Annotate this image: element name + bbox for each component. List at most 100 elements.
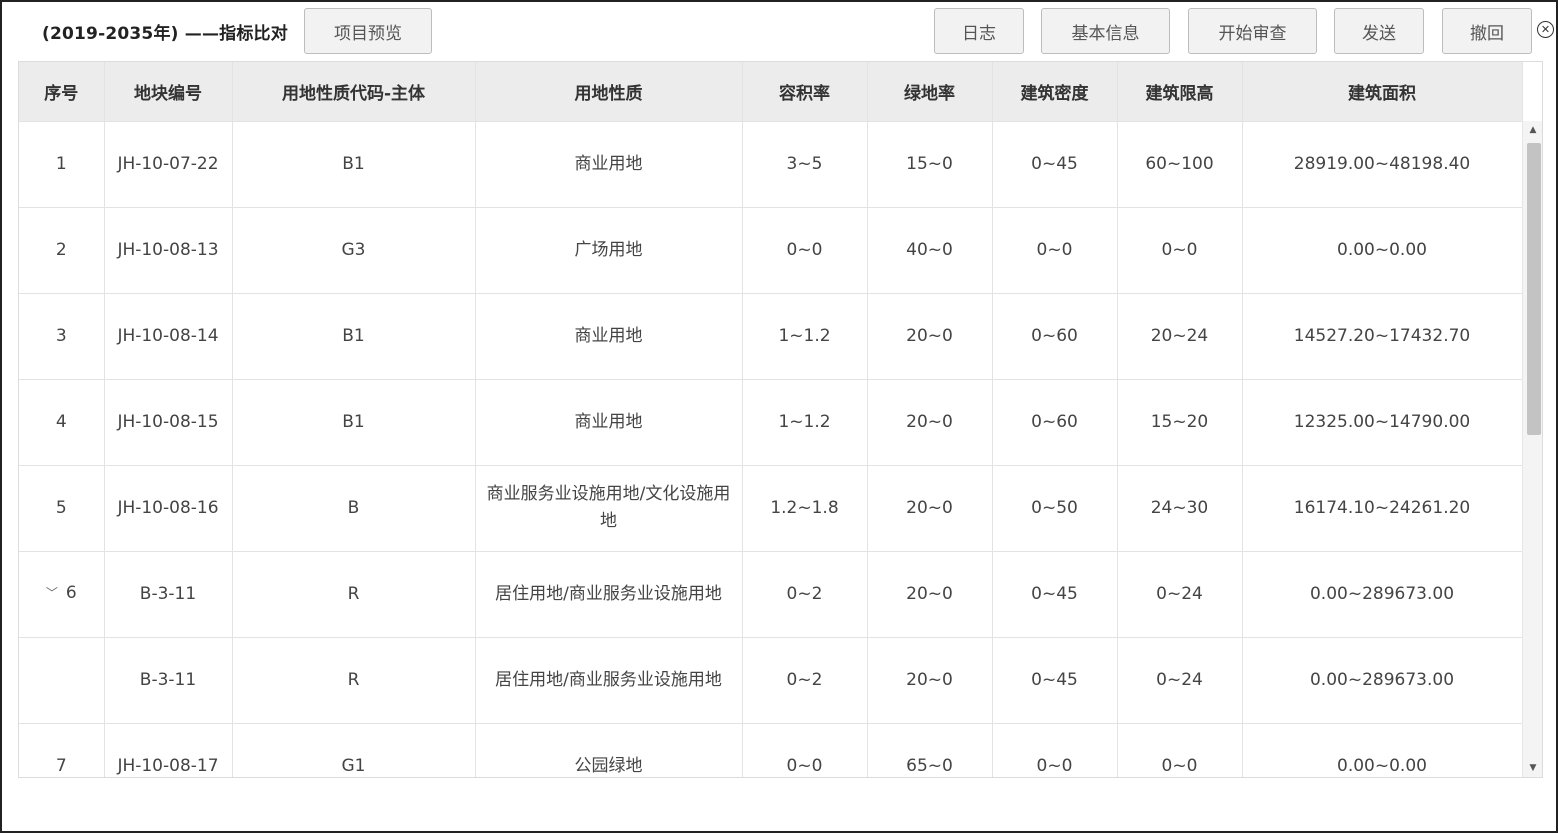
cell-seq-value: 6	[65, 583, 77, 603]
column-header-green[interactable]: 绿地率	[867, 62, 993, 122]
cell-code: B1	[232, 379, 476, 466]
cell-green: 20~0	[867, 637, 993, 724]
revoke-button[interactable]: 撤回	[1442, 8, 1532, 54]
table-row[interactable]: 2 JH-10-08-13 G3 广场用地 0~0 40~0 0~0 0~0 0…	[19, 207, 1523, 294]
cell-area: 0.00~0.00	[1242, 207, 1523, 294]
project-preview-button[interactable]: 项目预览	[304, 8, 432, 54]
cell-green: 20~0	[867, 465, 993, 552]
column-header-area[interactable]: 建筑面积	[1242, 62, 1523, 122]
cell-code: B1	[232, 121, 476, 208]
table-row[interactable]: 4 JH-10-08-15 B1 商业用地 1~1.2 20~0 0~60 15…	[19, 379, 1523, 466]
cell-green: 20~0	[867, 379, 993, 466]
cell-nature: 商业用地	[475, 293, 743, 380]
cell-height: 0~24	[1117, 551, 1243, 638]
cell-seq	[19, 637, 105, 724]
table-row[interactable]: 7 JH-10-08-17 G1 公园绿地 0~0 65~0 0~0 0~0 0…	[19, 723, 1523, 777]
table-row[interactable]: 3 JH-10-08-14 B1 商业用地 1~1.2 20~0 0~60 20…	[19, 293, 1523, 380]
cell-far: 0~2	[742, 551, 868, 638]
scroll-thumb[interactable]	[1527, 143, 1541, 435]
cell-seq: 2	[19, 207, 105, 294]
column-header-seq[interactable]: 序号	[19, 62, 105, 122]
indicator-table: 序号 地块编号 用地性质代码-主体 用地性质 容积率 绿地率 建筑密度 建筑限高…	[19, 62, 1523, 777]
cell-code: R	[232, 551, 476, 638]
cell-far: 0~0	[742, 723, 868, 777]
scroll-up-icon[interactable]: ▲	[1523, 121, 1542, 139]
table-header-row: 序号 地块编号 用地性质代码-主体 用地性质 容积率 绿地率 建筑密度 建筑限高…	[19, 62, 1523, 122]
table-row-expandable[interactable]: ﹀ 6 B-3-11 R 居住用地/商业服务业设施用地 0~2 20~0 0~45…	[19, 551, 1523, 638]
cell-nature: 商业用地	[475, 379, 743, 466]
cell-green: 20~0	[867, 293, 993, 380]
cell-area: 14527.20~17432.70	[1242, 293, 1523, 380]
cell-plot: B-3-11	[104, 551, 233, 638]
cell-area: 16174.10~24261.20	[1242, 465, 1523, 552]
cell-density: 0~0	[992, 207, 1118, 294]
cell-green: 15~0	[867, 121, 993, 208]
vertical-scrollbar[interactable]: ▲ ▼	[1522, 121, 1542, 777]
cell-height: 0~24	[1117, 637, 1243, 724]
column-header-density[interactable]: 建筑密度	[992, 62, 1118, 122]
cell-area: 0.00~0.00	[1242, 723, 1523, 777]
cell-height: 0~0	[1117, 207, 1243, 294]
log-button[interactable]: 日志	[934, 8, 1024, 54]
dialog-title: (2019-2035年) ——指标比对	[42, 24, 288, 44]
scroll-down-icon[interactable]: ▼	[1523, 759, 1542, 777]
start-review-button[interactable]: 开始审查	[1188, 8, 1317, 54]
cell-height: 15~20	[1117, 379, 1243, 466]
cell-far: 1.2~1.8	[742, 465, 868, 552]
cell-plot: JH-10-08-14	[104, 293, 233, 380]
indicator-table-container: 序号 地块编号 用地性质代码-主体 用地性质 容积率 绿地率 建筑密度 建筑限高…	[18, 61, 1543, 778]
cell-plot: JH-10-08-16	[104, 465, 233, 552]
table-subrow[interactable]: B-3-11 R 居住用地/商业服务业设施用地 0~2 20~0 0~45 0~…	[19, 637, 1523, 724]
cell-code: R	[232, 637, 476, 724]
cell-area: 12325.00~14790.00	[1242, 379, 1523, 466]
column-header-height[interactable]: 建筑限高	[1117, 62, 1243, 122]
cell-code: B1	[232, 293, 476, 380]
cell-far: 3~5	[742, 121, 868, 208]
cell-area: 0.00~289673.00	[1242, 637, 1523, 724]
cell-green: 40~0	[867, 207, 993, 294]
cell-height: 24~30	[1117, 465, 1243, 552]
cell-plot: JH-10-08-17	[104, 723, 233, 777]
basic-info-button[interactable]: 基本信息	[1041, 8, 1170, 54]
cell-far: 0~2	[742, 637, 868, 724]
cell-density: 0~45	[992, 551, 1118, 638]
cell-code: G3	[232, 207, 476, 294]
cell-nature: 广场用地	[475, 207, 743, 294]
cell-seq: 1	[19, 121, 105, 208]
cell-far: 0~0	[742, 207, 868, 294]
cell-area: 0.00~289673.00	[1242, 551, 1523, 638]
cell-far: 1~1.2	[742, 379, 868, 466]
cell-height: 0~0	[1117, 723, 1243, 777]
cell-seq: 7	[19, 723, 105, 777]
cell-density: 0~60	[992, 293, 1118, 380]
cell-density: 0~60	[992, 379, 1118, 466]
column-header-code[interactable]: 用地性质代码-主体	[232, 62, 476, 122]
cell-code: G1	[232, 723, 476, 777]
cell-density: 0~50	[992, 465, 1118, 552]
cell-nature: 商业服务业设施用地/文化设施用地	[475, 465, 743, 552]
column-header-plot[interactable]: 地块编号	[104, 62, 233, 122]
table-row[interactable]: 1 JH-10-07-22 B1 商业用地 3~5 15~0 0~45 60~1…	[19, 121, 1523, 208]
close-icon[interactable]: ✕	[1537, 21, 1554, 38]
cell-density: 0~45	[992, 121, 1118, 208]
cell-far: 1~1.2	[742, 293, 868, 380]
cell-green: 20~0	[867, 551, 993, 638]
cell-plot: JH-10-08-13	[104, 207, 233, 294]
cell-seq: ﹀ 6	[19, 551, 105, 638]
send-button[interactable]: 发送	[1334, 8, 1424, 54]
cell-density: 0~45	[992, 637, 1118, 724]
chevron-down-icon[interactable]: ﹀	[46, 580, 58, 607]
cell-plot: B-3-11	[104, 637, 233, 724]
column-header-nature[interactable]: 用地性质	[475, 62, 743, 122]
cell-nature: 居住用地/商业服务业设施用地	[475, 637, 743, 724]
cell-nature: 居住用地/商业服务业设施用地	[475, 551, 743, 638]
column-header-far[interactable]: 容积率	[742, 62, 868, 122]
cell-seq: 5	[19, 465, 105, 552]
dialog-header: (2019-2035年) ——指标比对 项目预览 日志 基本信息 开始审查 发送…	[2, 2, 1556, 60]
dialog-window: (2019-2035年) ——指标比对 项目预览 日志 基本信息 开始审查 发送…	[0, 0, 1558, 833]
cell-nature: 商业用地	[475, 121, 743, 208]
cell-seq: 3	[19, 293, 105, 380]
cell-area: 28919.00~48198.40	[1242, 121, 1523, 208]
table-row[interactable]: 5 JH-10-08-16 B 商业服务业设施用地/文化设施用地 1.2~1.8…	[19, 465, 1523, 552]
cell-density: 0~0	[992, 723, 1118, 777]
